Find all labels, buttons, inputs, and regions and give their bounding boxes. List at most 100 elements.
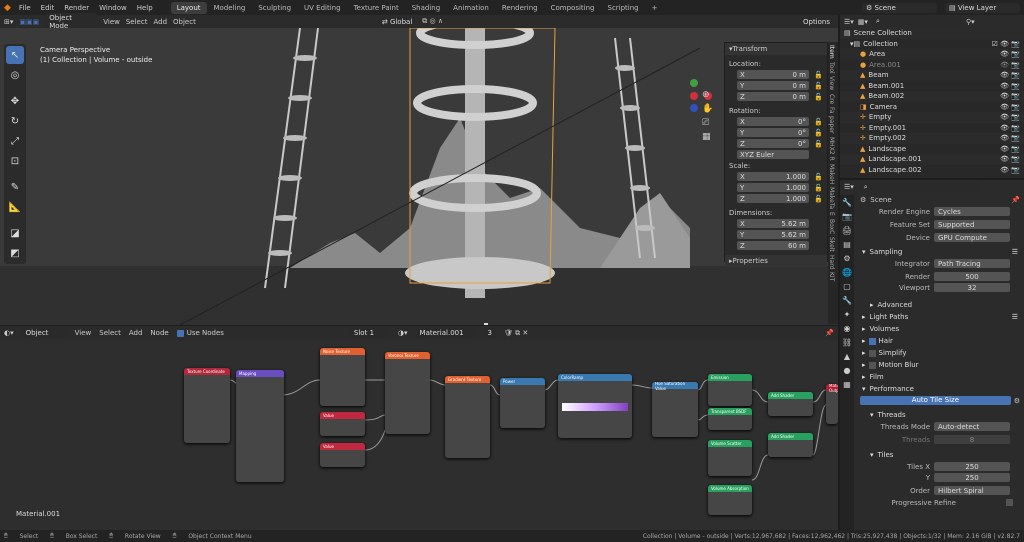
slot-dropdown[interactable]: Slot 1 — [349, 328, 390, 338]
hair-panel-header[interactable]: ▸ Hair — [856, 335, 1024, 347]
tab-fa[interactable]: Fa — [828, 107, 835, 114]
outliner-item[interactable]: ▲ Landscape.001 👁 📷 — [840, 154, 1024, 165]
lock-icon[interactable]: 🔓 — [809, 173, 823, 181]
properties-search-input[interactable]: ⌕ — [859, 181, 980, 193]
tab-tool[interactable]: Tool — [828, 62, 835, 74]
tab-view[interactable]: View — [828, 76, 835, 90]
threads-panel-header[interactable]: ▾ Threads — [856, 409, 1024, 421]
menu-object[interactable]: Object — [173, 18, 196, 26]
add-plane-icon[interactable]: ◩ — [6, 244, 24, 262]
cursor-icon[interactable]: ◎ — [6, 66, 24, 84]
tiles-x-field[interactable]: 250 — [934, 462, 1010, 471]
modifier-tab-icon[interactable]: 🔧 — [842, 296, 852, 305]
menu-node[interactable]: Node — [150, 329, 168, 337]
rotation-x[interactable]: X 0° 🔓 — [725, 116, 827, 127]
annotate-icon[interactable]: ✎ — [6, 178, 24, 196]
visibility-icons[interactable]: 👁 📷 — [1000, 50, 1024, 58]
rotation-mode[interactable]: XYZ Euler — [725, 149, 827, 160]
fake-user-icon[interactable]: 🛡 ⧉ ✕ — [504, 329, 528, 338]
presets-icon[interactable]: ☰ — [1012, 248, 1024, 256]
add-cube-icon[interactable]: ◪ — [6, 224, 24, 242]
tab-maketa[interactable]: MakeTa — [828, 187, 835, 209]
outliner-type-icon[interactable]: ☰▾ — [844, 18, 854, 26]
lock-icon[interactable]: 🔓 — [809, 93, 823, 101]
node-voronoi-texture[interactable]: Voronoi Texture — [385, 352, 430, 434]
tool-tab-icon[interactable]: 🔧 — [842, 198, 852, 207]
material-users-count[interactable]: 3 — [483, 328, 497, 338]
physics-tab-icon[interactable]: ◉ — [844, 324, 851, 333]
node-add-shader-1[interactable]: Add Shader — [768, 392, 813, 416]
properties-type-icon[interactable]: ☰▾ — [844, 183, 854, 191]
ortho-icon[interactable]: ▦ — [702, 130, 713, 144]
checkbox-checked-icon[interactable] — [868, 337, 876, 345]
film-panel-header[interactable]: ▸ Film — [856, 371, 1024, 383]
lock-icon[interactable]: 🔓 — [809, 129, 823, 137]
feature-set-dropdown[interactable]: Supported — [934, 220, 1010, 229]
rotation-z[interactable]: Z 0° 🔓 — [725, 138, 827, 149]
order-dropdown[interactable]: Hilbert Spiral — [934, 486, 1010, 495]
rotate-icon[interactable]: ↻ — [6, 112, 24, 130]
settings-icon[interactable]: ⚙ — [1014, 397, 1020, 405]
light-paths-panel-header[interactable]: ▸ Light Paths ☰ — [856, 311, 1024, 323]
view-layer-selector[interactable]: ▤ View Layer — [945, 2, 1020, 13]
tab-scripting[interactable]: Scripting — [602, 2, 645, 14]
outliner-item[interactable]: ◨ Camera 👁 📷 — [840, 102, 1024, 113]
snap-icon[interactable]: ⧉ ◎ ∧ — [422, 17, 443, 26]
tab-boxc[interactable]: BoxC — [828, 219, 835, 234]
tab-makeh[interactable]: MakeH — [828, 164, 835, 184]
tiles-y-field[interactable]: 250 — [934, 473, 1010, 482]
outliner-item[interactable]: ● Area 👁 📷 — [840, 49, 1024, 60]
threads-mode-dropdown[interactable]: Auto-detect — [934, 422, 1010, 431]
pan-icon[interactable]: ✋ — [702, 102, 713, 116]
view-layer-tab-icon[interactable]: ▤ — [843, 240, 851, 249]
visibility-icons[interactable]: ☑ 👁 📷 — [992, 40, 1024, 48]
scene-tab-icon[interactable]: ⚙ — [843, 254, 850, 263]
auto-tile-button[interactable]: Auto Tile Size — [860, 396, 1011, 405]
tab-uv-editing[interactable]: UV Editing — [298, 2, 347, 14]
tab-paper[interactable]: paper — [828, 116, 835, 133]
scale-x[interactable]: X 1.000 🔓 — [725, 171, 827, 182]
node-add-shader-2[interactable]: Add Shader — [768, 433, 813, 457]
scene-selector[interactable]: ⚙ Scene — [862, 2, 937, 13]
checkbox-icon[interactable] — [1006, 499, 1013, 506]
material-browse-icon[interactable]: ◑▾ — [398, 329, 408, 337]
material-name-field[interactable]: Material.001 — [415, 328, 476, 338]
node-volume-scatter[interactable]: Volume Scatter — [708, 440, 752, 476]
outliner-root[interactable]: ▤ Scene Collection — [840, 28, 1024, 39]
tab-compositing[interactable]: Compositing — [545, 2, 601, 14]
visibility-icons[interactable]: 👁 📷 — [1000, 103, 1024, 111]
tab-e[interactable]: E — [828, 212, 835, 216]
menu-select[interactable]: Select — [126, 18, 148, 26]
tab-cre[interactable]: Cre — [828, 94, 835, 104]
node-transparent-bsdf[interactable]: Transparent BSDF — [708, 408, 752, 430]
integrator-dropdown[interactable]: Path Tracing — [934, 259, 1010, 268]
sampling-panel-header[interactable]: ▾ Sampling ☰ — [856, 246, 1024, 258]
lock-icon[interactable]: 🔓 — [809, 195, 823, 203]
visibility-icons[interactable]: 👁 📷 — [1000, 145, 1024, 153]
node-hue-saturation-value[interactable]: Hue Saturation Value — [652, 382, 698, 437]
zoom-icon[interactable]: ⊕ — [702, 88, 713, 102]
texture-tab-icon[interactable]: ▦ — [843, 380, 851, 389]
outliner-item[interactable]: ▲ Beam.001 👁 📷 — [840, 81, 1024, 92]
node-value-2[interactable]: Value — [320, 443, 365, 467]
menu-view[interactable]: View — [103, 18, 120, 26]
options-dropdown[interactable]: Options — [798, 16, 834, 27]
properties-panel-header[interactable]: ▸ Properties — [725, 255, 827, 267]
camera-view-icon[interactable]: ⎚ — [702, 116, 713, 130]
visibility-icons[interactable]: 👁 📷 — [1000, 92, 1024, 100]
device-dropdown[interactable]: GPU Compute — [934, 233, 1010, 242]
performance-panel-header[interactable]: ▾ Performance — [856, 383, 1024, 395]
menu-render[interactable]: Render — [64, 4, 89, 12]
advanced-panel-header[interactable]: ▸ Advanced — [856, 299, 1024, 311]
menu-add[interactable]: Add — [129, 329, 143, 337]
tab-layout[interactable]: Layout — [170, 1, 207, 14]
node-mapping[interactable]: Mapping — [236, 370, 284, 482]
checkbox-icon[interactable] — [868, 361, 876, 369]
add-workspace-button[interactable]: + — [646, 2, 664, 14]
filter-icon[interactable]: ⚲▾ — [966, 18, 975, 26]
menu-file[interactable]: File — [19, 4, 31, 12]
constraints-tab-icon[interactable]: ⛓ — [842, 338, 852, 347]
output-tab-icon[interactable]: 🖨 — [842, 226, 852, 235]
menu-window[interactable]: Window — [99, 4, 127, 12]
tab-mhx2[interactable]: MHX2 R — [828, 137, 835, 161]
